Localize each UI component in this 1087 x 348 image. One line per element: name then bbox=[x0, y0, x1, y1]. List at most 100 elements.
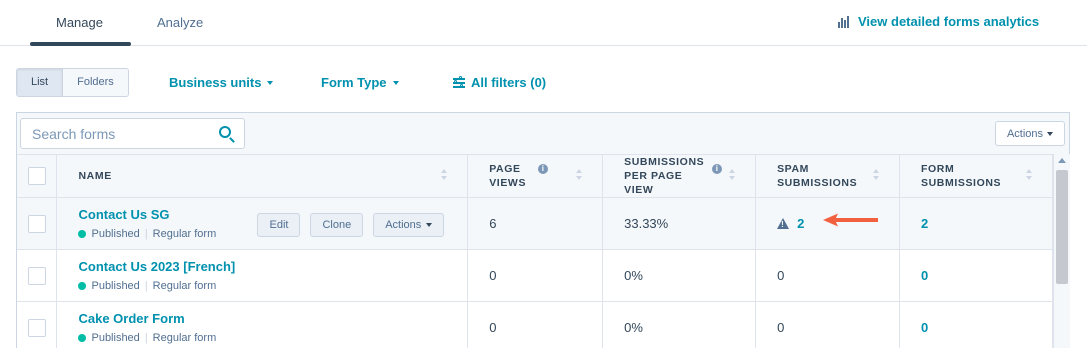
active-tab-indicator bbox=[30, 42, 131, 46]
scroll-up-arrow-icon[interactable] bbox=[1058, 158, 1066, 163]
search-placeholder: Search forms bbox=[32, 126, 116, 142]
sort-icon[interactable] bbox=[1026, 169, 1032, 180]
spam-count-link[interactable]: 2 bbox=[797, 216, 804, 231]
submissions-cell: 0 bbox=[899, 301, 1053, 348]
column-header-form-submissions[interactable]: FORM SUBMISSIONS bbox=[899, 154, 1053, 198]
form-name-link[interactable]: Cake Order Form bbox=[78, 311, 467, 326]
published-status-dot-icon bbox=[78, 282, 87, 290]
list-view-button[interactable]: List bbox=[17, 69, 64, 96]
spam-cell: 0 bbox=[755, 249, 901, 302]
form-type: Regular form bbox=[152, 280, 217, 292]
sort-icon[interactable] bbox=[873, 169, 880, 180]
submissions-count-link[interactable]: 0 bbox=[921, 320, 928, 335]
bulk-actions-label: Actions bbox=[1006, 127, 1044, 140]
tab-analyze[interactable]: Analyze bbox=[157, 15, 203, 30]
chevron-down-icon bbox=[267, 81, 274, 85]
column-header-submissions-per-view[interactable]: SUBMISSIONS PER PAGE VIEW i bbox=[602, 154, 757, 198]
scroll-thumb[interactable] bbox=[1056, 170, 1068, 284]
select-all-cell bbox=[17, 154, 58, 198]
name-cell: Contact Us SG Published | Regular form E… bbox=[56, 197, 469, 250]
sort-icon[interactable] bbox=[576, 169, 583, 180]
sort-icon[interactable] bbox=[441, 169, 448, 180]
submissions-count-link[interactable]: 2 bbox=[921, 216, 928, 231]
folders-view-button[interactable]: Folders bbox=[63, 69, 128, 96]
meta-separator: | bbox=[144, 332, 148, 344]
row-select-cell bbox=[17, 301, 58, 348]
business-units-label: Business units bbox=[169, 75, 262, 90]
clone-button[interactable]: Clone bbox=[310, 213, 364, 237]
rate-cell: 33.33% bbox=[602, 197, 757, 250]
view-analytics-link[interactable]: View detailed forms analytics bbox=[838, 14, 1039, 29]
page-views-cell: 6 bbox=[467, 197, 604, 250]
row-select-cell bbox=[17, 197, 58, 250]
table-row[interactable]: Cake Order Form Published | Regular form… bbox=[17, 301, 1053, 348]
column-header-page-views[interactable]: PAGE VIEWS i bbox=[467, 154, 604, 198]
name-cell: Cake Order Form Published | Regular form bbox=[56, 301, 469, 348]
row-checkbox[interactable] bbox=[28, 266, 46, 285]
top-tabs: Manage Analyze View detailed forms analy… bbox=[0, 0, 1087, 46]
column-page-views-label: PAGE VIEWS bbox=[489, 163, 527, 189]
meta-separator: | bbox=[144, 280, 148, 292]
column-submissions-label: FORM SUBMISSIONS bbox=[921, 163, 1002, 189]
spam-cell: 0 bbox=[755, 301, 901, 348]
chevron-down-icon bbox=[392, 81, 399, 85]
select-all-checkbox[interactable] bbox=[28, 167, 46, 185]
row-actions-label: Actions bbox=[385, 219, 422, 231]
annotation-arrow-icon bbox=[823, 213, 878, 227]
row-checkbox[interactable] bbox=[28, 214, 46, 233]
submissions-cell: 0 bbox=[899, 249, 1053, 302]
table-row[interactable]: Contact Us SG Published | Regular form E… bbox=[17, 197, 1053, 250]
form-type: Regular form bbox=[152, 228, 217, 240]
column-rate-label: SUBMISSIONS PER PAGE VIEW bbox=[624, 156, 705, 196]
info-icon[interactable]: i bbox=[712, 164, 723, 174]
row-actions-button[interactable]: Actions bbox=[373, 213, 445, 237]
all-filters-label: All filters (0) bbox=[471, 75, 547, 90]
warning-icon bbox=[777, 218, 790, 229]
form-status: Published bbox=[91, 228, 140, 240]
column-header-spam[interactable]: SPAM SUBMISSIONS bbox=[755, 154, 901, 198]
form-meta: Published | Regular form bbox=[78, 280, 467, 292]
form-type-filter[interactable]: Form Type bbox=[321, 75, 399, 90]
view-analytics-label: View detailed forms analytics bbox=[858, 14, 1040, 29]
column-name-label: NAME bbox=[78, 170, 112, 182]
published-status-dot-icon bbox=[78, 230, 87, 238]
sort-icon[interactable] bbox=[729, 169, 736, 180]
form-meta: Published | Regular form bbox=[78, 332, 467, 344]
bulk-actions-button[interactable]: Actions bbox=[995, 121, 1065, 146]
form-name-link[interactable]: Contact Us 2023 [French] bbox=[78, 259, 467, 274]
tab-manage[interactable]: Manage bbox=[56, 15, 103, 30]
search-icon[interactable] bbox=[219, 126, 231, 138]
table-row[interactable]: Contact Us 2023 [French] Published | Reg… bbox=[17, 249, 1053, 302]
row-select-cell bbox=[17, 249, 58, 302]
column-header-name[interactable]: NAME bbox=[56, 154, 469, 198]
submissions-cell: 2 bbox=[899, 197, 1053, 250]
published-status-dot-icon bbox=[78, 334, 87, 342]
form-status: Published bbox=[91, 332, 140, 344]
name-cell: Contact Us 2023 [French] Published | Reg… bbox=[56, 249, 469, 302]
row-action-buttons: Edit Clone Actions bbox=[257, 213, 445, 237]
meta-separator: | bbox=[144, 228, 148, 240]
page-views-cell: 0 bbox=[467, 249, 604, 302]
form-type: Regular form bbox=[152, 332, 217, 344]
form-type-label: Form Type bbox=[321, 75, 387, 90]
column-spam-label: SPAM SUBMISSIONS bbox=[777, 163, 858, 189]
rate-cell: 0% bbox=[602, 301, 757, 348]
view-toggle: List Folders bbox=[16, 68, 129, 97]
bar-chart-icon bbox=[838, 15, 850, 28]
row-checkbox[interactable] bbox=[28, 318, 46, 337]
forms-table: NAME PAGE VIEWS i SUBMISSIONS PER PAGE VI… bbox=[17, 154, 1053, 348]
chevron-down-icon bbox=[1047, 131, 1054, 136]
vertical-scrollbar[interactable] bbox=[1053, 154, 1070, 348]
info-icon[interactable]: i bbox=[538, 164, 549, 174]
form-status: Published bbox=[91, 280, 140, 292]
business-units-filter[interactable]: Business units bbox=[169, 75, 274, 90]
search-input[interactable]: Search forms bbox=[20, 118, 245, 149]
all-filters-button[interactable]: All filters (0) bbox=[453, 75, 546, 90]
table-header-row: NAME PAGE VIEWS i SUBMISSIONS PER PAGE VI… bbox=[17, 154, 1053, 198]
sliders-icon bbox=[453, 76, 465, 88]
edit-button[interactable]: Edit bbox=[257, 213, 301, 237]
rate-cell: 0% bbox=[602, 249, 757, 302]
chevron-down-icon bbox=[426, 223, 433, 227]
submissions-count-link[interactable]: 0 bbox=[921, 268, 928, 283]
page-views-cell: 0 bbox=[467, 301, 604, 348]
